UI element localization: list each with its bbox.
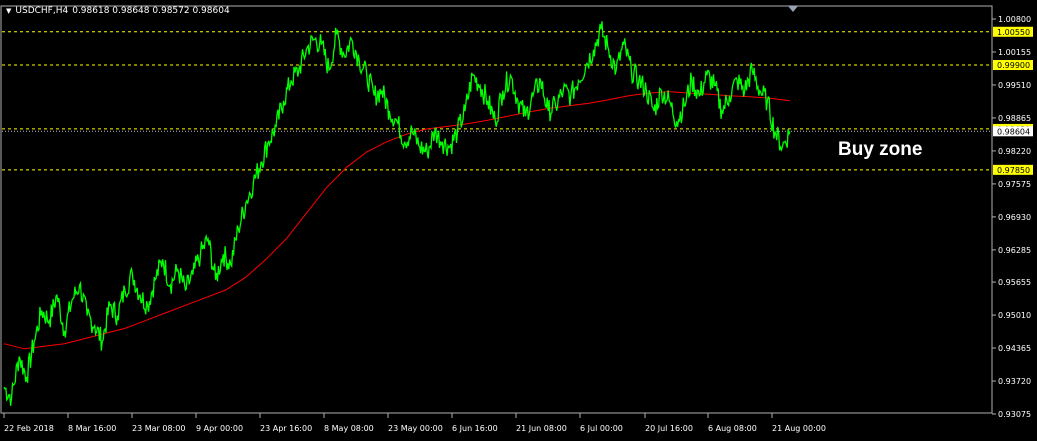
price-tick-label: 0.96285 [998,246,1031,255]
buy-zone-label: Buy zone [838,139,923,160]
time-tick-label: 23 Apr 16:00 [260,424,312,433]
time-tick-label: 8 May 08:00 [324,424,374,433]
time-tick-label: 21 Jun 08:00 [516,424,567,433]
symbol-timeframe: USDCHF,H4 [15,6,69,16]
level-label: 1.00550 [997,28,1030,37]
price-tick-label: 0.93075 [998,410,1031,419]
price-tick-label: 0.95655 [998,278,1031,287]
price-tick-label: 0.98865 [998,114,1031,123]
time-tick-label: 21 Aug 00:00 [772,424,826,433]
price-tick-label: 0.93720 [998,377,1031,386]
time-tick-label: 6 Jun 16:00 [452,424,498,433]
time-tick-label: 6 Jul 00:00 [580,424,623,433]
price-tick-label: 1.00155 [998,48,1031,57]
price-tick-label: 0.97575 [998,180,1031,189]
level-label: 0.97850 [997,166,1030,175]
time-tick-label: 20 Jul 16:00 [645,424,693,433]
price-axis: 1.00800 1.00155 0.99510 0.98865 0.98220 0.975… [992,15,1031,419]
level-label: 0.99900 [997,61,1030,70]
price-tick-label: 0.99510 [998,81,1031,90]
time-tick-label: 8 Mar 16:00 [68,424,116,433]
time-axis: 22 Feb 2018 8 Mar 16:00 23 Mar 08:00 9 Apr … [3,413,826,433]
chart-header: ▼ USDCHF,H4 0.98618 0.98648 0.98572 0.98… [6,6,230,16]
dropdown-arrow-icon[interactable]: ▼ [6,7,11,15]
price-tick-label: 0.98220 [998,147,1031,156]
time-tick-label: 22 Feb 2018 [4,424,54,433]
price-tick-label: 1.00800 [998,15,1031,24]
time-tick-label: 23 May 00:00 [388,424,443,433]
time-tick-label: 9 Apr 00:00 [196,424,243,433]
time-tick-label: 6 Aug 08:00 [708,424,757,433]
level-label: 0.98604 [997,127,1030,136]
price-tick-label: 0.94365 [998,344,1031,353]
time-tick-label: 23 Mar 08:00 [132,424,185,433]
ohlc-values: 0.98618 0.98648 0.98572 0.98604 [72,6,230,16]
price-chart[interactable]: 1.005500.999000.986500.978500.98604 1.00… [0,0,1037,441]
price-tick-label: 0.96930 [998,213,1031,222]
price-tick-label: 0.95010 [998,311,1031,320]
plot-area [0,5,993,414]
